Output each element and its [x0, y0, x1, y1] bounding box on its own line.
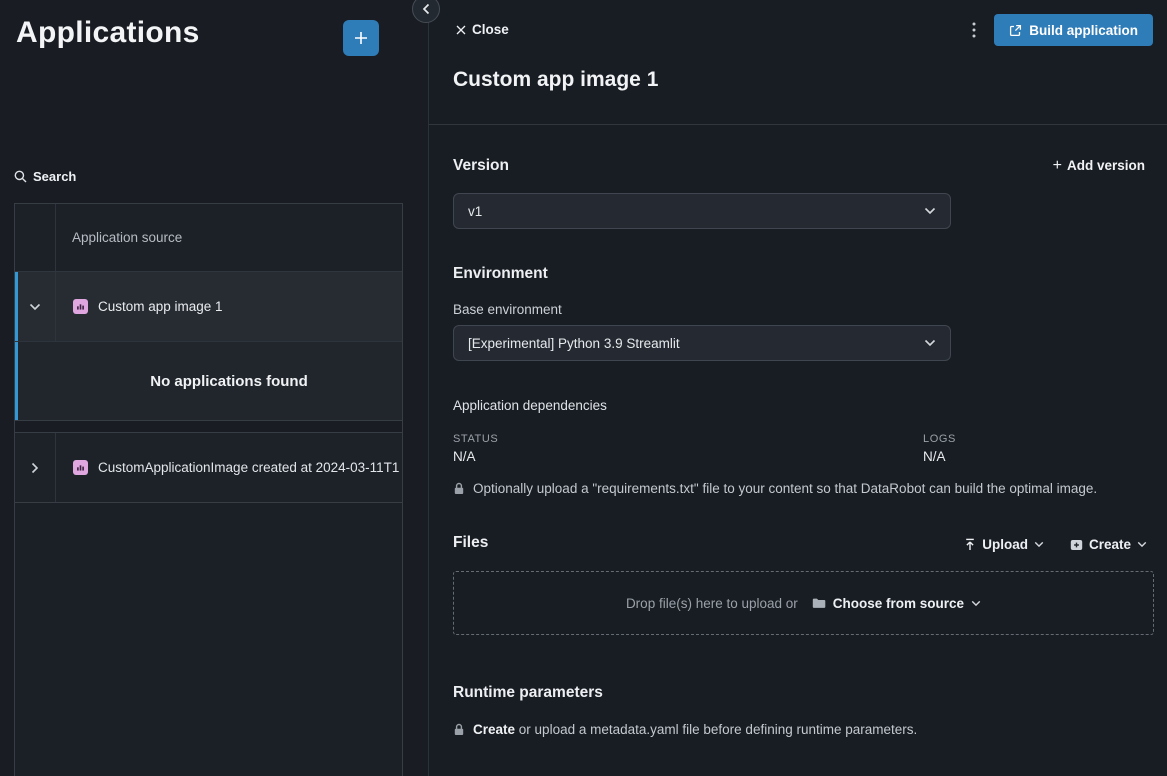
app-image-icon: [73, 460, 88, 475]
page-title: Applications: [16, 16, 200, 50]
close-button[interactable]: Close: [456, 22, 509, 37]
create-label: Create: [1089, 537, 1131, 552]
version-select[interactable]: v1: [453, 193, 951, 229]
search-icon: [14, 170, 27, 183]
toggle-column-header: [15, 204, 56, 271]
create-file-icon: [1070, 539, 1083, 551]
folder-icon: [812, 597, 826, 609]
dropzone-text: Drop file(s) here to upload or: [626, 596, 798, 611]
close-label: Close: [472, 22, 509, 37]
files-controls: Upload Create: [964, 537, 1147, 552]
add-version-button[interactable]: + Add version: [1053, 158, 1145, 173]
logs-field: LOGS N/A: [923, 433, 956, 464]
list-header-row: Application source: [15, 204, 402, 272]
choose-from-source-button[interactable]: Choose from source: [812, 596, 981, 611]
chevron-down-icon: [971, 600, 981, 607]
runtime-parameters-note: Create or upload a metadata.yaml file be…: [453, 722, 917, 737]
version-heading: Version: [453, 157, 509, 175]
chevron-down-icon: [1034, 541, 1044, 548]
list-header-label: Application source: [56, 230, 182, 245]
add-application-button[interactable]: [343, 20, 379, 56]
external-link-icon: [1009, 24, 1022, 37]
status-field: STATUS N/A: [453, 433, 498, 464]
applications-sidebar: Applications Search Application source: [0, 0, 428, 776]
upload-button[interactable]: Upload: [964, 537, 1044, 552]
chevron-down-icon: [924, 207, 936, 215]
lock-icon: [453, 482, 465, 495]
list-item-custom-application-image[interactable]: CustomApplicationImage created at 2024-0…: [15, 432, 402, 503]
plus-icon: +: [1053, 159, 1062, 173]
search-toggle[interactable]: Search: [14, 169, 76, 184]
upload-label: Upload: [982, 537, 1028, 552]
logs-label: LOGS: [923, 433, 956, 445]
collapse-row-toggle[interactable]: [15, 272, 56, 341]
kebab-menu-icon[interactable]: [965, 20, 983, 40]
add-version-label: Add version: [1067, 158, 1145, 173]
dependencies-note-text: Optionally upload a "requirements.txt" f…: [473, 481, 1097, 496]
build-application-button[interactable]: Build application: [994, 14, 1153, 46]
app-detail-panel: Close Build application Custom app image…: [428, 0, 1167, 776]
chevron-down-icon: [924, 339, 936, 347]
app-image-icon: [73, 299, 88, 314]
build-application-label: Build application: [1029, 23, 1138, 38]
logs-value: N/A: [923, 449, 956, 464]
chevron-left-icon: [422, 3, 430, 15]
upload-icon: [964, 538, 976, 551]
app-title: Custom app image 1: [453, 68, 658, 92]
search-label: Search: [33, 169, 76, 184]
base-environment-select[interactable]: [Experimental] Python 3.9 Streamlit: [453, 325, 951, 361]
no-applications-message: No applications found: [15, 342, 402, 421]
list-gap: [15, 421, 402, 432]
base-environment-select-value: [Experimental] Python 3.9 Streamlit: [468, 336, 924, 351]
file-dropzone[interactable]: Drop file(s) here to upload or Choose fr…: [453, 571, 1154, 635]
chevron-down-icon: [29, 303, 41, 311]
runtime-note-text: or upload a metadata.yaml file before de…: [519, 722, 917, 737]
choose-from-source-label: Choose from source: [833, 596, 964, 611]
status-value: N/A: [453, 449, 498, 464]
close-icon: [456, 25, 466, 35]
list-item-custom-app-image-1[interactable]: Custom app image 1: [15, 272, 402, 342]
application-dependencies-label: Application dependencies: [453, 398, 607, 413]
files-heading: Files: [453, 534, 488, 552]
header-divider: [429, 124, 1167, 125]
plus-icon: [353, 30, 369, 46]
base-environment-label: Base environment: [453, 302, 562, 317]
runtime-parameters-heading: Runtime parameters: [453, 684, 603, 702]
lock-icon: [453, 723, 465, 736]
chevron-right-icon: [31, 462, 39, 474]
chevron-down-icon: [1137, 541, 1147, 548]
status-label: STATUS: [453, 433, 498, 445]
list-item-label: CustomApplicationImage created at 2024-0…: [98, 460, 402, 475]
environment-heading: Environment: [453, 265, 548, 283]
application-source-list: Application source Custom app image 1 No…: [14, 203, 403, 776]
dependencies-note: Optionally upload a "requirements.txt" f…: [453, 481, 1097, 496]
create-button[interactable]: Create: [1070, 537, 1147, 552]
version-select-value: v1: [468, 204, 924, 219]
list-item-label: Custom app image 1: [98, 299, 402, 314]
runtime-create-word: Create: [473, 722, 515, 737]
list-empty-area: [15, 503, 402, 776]
expand-row-toggle[interactable]: [15, 433, 56, 502]
